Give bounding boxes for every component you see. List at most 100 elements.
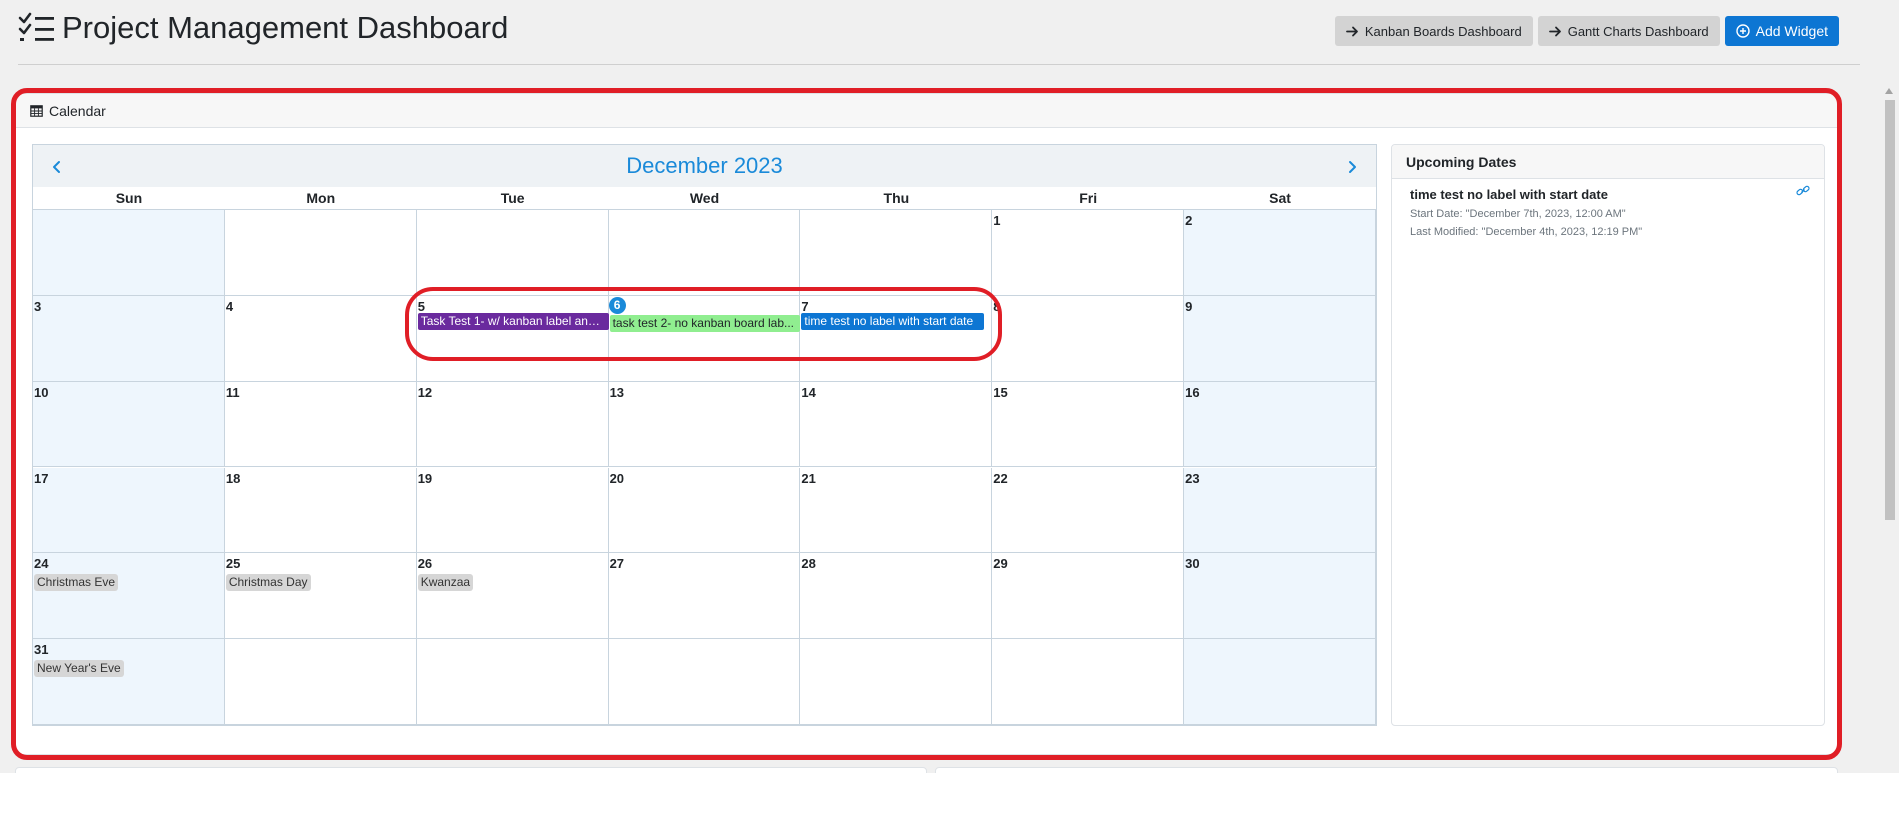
day-cell-19[interactable]: 19 xyxy=(416,467,609,554)
arrow-right-icon xyxy=(1548,26,1561,36)
day-cell-empty[interactable] xyxy=(1184,639,1376,725)
day-number: 5 xyxy=(417,298,425,314)
day-number: 17 xyxy=(34,470,49,486)
day-cell-16[interactable]: 16 xyxy=(1184,381,1376,468)
day-number: 20 xyxy=(609,470,625,486)
weekday-wed: Wed xyxy=(689,190,720,206)
day-cell-9[interactable]: 9 xyxy=(1184,295,1376,382)
day-cell-22[interactable]: 22 xyxy=(992,467,1185,554)
day-number: 24 xyxy=(34,556,49,572)
day-cell-13[interactable]: 13 xyxy=(608,381,801,468)
weekday-tue: Tue xyxy=(500,190,525,206)
upcoming-start-date: Start Date: "December 7th, 2023, 12:00 A… xyxy=(1410,208,1626,220)
day-cell-empty[interactable] xyxy=(608,639,801,725)
upcoming-item-title: time test no label with start date xyxy=(1410,187,1608,202)
day-cell-empty[interactable] xyxy=(608,210,801,296)
day-cell-3[interactable]: 3 xyxy=(33,295,225,382)
next-widget-card xyxy=(935,767,1838,773)
page-scrollbar[interactable] xyxy=(1880,0,1899,773)
day-number: 28 xyxy=(801,556,816,572)
day-cell-empty[interactable] xyxy=(800,210,993,296)
page-title: Project Management Dashboard xyxy=(62,10,509,45)
day-cell-2[interactable]: 2 xyxy=(1184,210,1376,296)
day-cell-28[interactable]: 28 xyxy=(800,553,993,640)
day-cell-6[interactable]: 6 xyxy=(608,295,801,382)
day-cell-21[interactable]: 21 xyxy=(800,467,993,554)
calendar-event[interactable]: Task Test 1- w/ kanban label and ... xyxy=(417,312,609,330)
day-number: 4 xyxy=(225,298,234,314)
gantt-button-label: Gantt Charts Dashboard xyxy=(1567,23,1709,39)
day-cell-20[interactable]: 20 xyxy=(608,467,801,554)
day-number: 26 xyxy=(417,556,433,572)
calendar-toolbar: December 2023 xyxy=(33,145,1376,188)
day-cell-8[interactable]: 8 xyxy=(992,295,1185,382)
calendar-event[interactable]: task test 2- no kanban board lab... xyxy=(609,314,801,332)
day-cell-empty[interactable] xyxy=(800,639,993,725)
holiday-label[interactable]: New Year's Eve xyxy=(34,660,124,678)
day-number: 18 xyxy=(225,470,241,486)
day-cell-10[interactable]: 10 xyxy=(33,381,225,468)
month-calendar: December 2023 Sun Mon Tue Wed Thu Fri Sat 1234… xyxy=(32,144,1377,726)
day-number: 30 xyxy=(1185,556,1200,572)
day-cell-empty[interactable] xyxy=(33,210,225,296)
day-cell-25[interactable]: 25 xyxy=(224,553,417,640)
day-cell-23[interactable]: 23 xyxy=(1184,467,1376,554)
day-cell-30[interactable]: 30 xyxy=(1184,553,1376,640)
day-cell-24[interactable]: 24 xyxy=(33,553,225,640)
day-cell-4[interactable]: 4 xyxy=(224,295,417,382)
day-cell-14[interactable]: 14 xyxy=(800,381,993,468)
weekday-sat: Sat xyxy=(1269,190,1291,206)
calendar-event[interactable]: time test no label with start date xyxy=(801,312,984,330)
day-cell-empty[interactable] xyxy=(224,639,417,725)
page-header: Project Management Dashboard Kanban Boar… xyxy=(0,0,1880,64)
day-cell-27[interactable]: 27 xyxy=(608,553,801,640)
next-month-button[interactable] xyxy=(1340,155,1364,179)
day-cell-15[interactable]: 15 xyxy=(992,381,1185,468)
day-cell-empty[interactable] xyxy=(224,210,417,296)
day-number: 25 xyxy=(225,556,241,572)
chevron-right-icon xyxy=(1349,161,1356,173)
day-cell-empty[interactable] xyxy=(416,210,609,296)
calendar-widget: Calendar December 2023 Sun Mon Tue Wed Thu Fr… xyxy=(15,93,1838,755)
day-cell-29[interactable]: 29 xyxy=(992,553,1185,640)
gantt-charts-dashboard-button[interactable]: Gantt Charts Dashboard xyxy=(1537,16,1720,46)
holiday-label[interactable]: Christmas Eve xyxy=(34,574,119,592)
weekday-mon: Mon xyxy=(306,190,336,206)
day-cell-11[interactable]: 11 xyxy=(224,381,417,468)
day-number: 22 xyxy=(993,470,1008,486)
kanban-boards-dashboard-button[interactable]: Kanban Boards Dashboard xyxy=(1334,16,1533,46)
day-cell-31[interactable]: 31 xyxy=(33,639,225,725)
scrollbar-thumb[interactable] xyxy=(1885,100,1895,520)
add-widget-label: Add Widget xyxy=(1755,23,1828,39)
day-cell-17[interactable]: 17 xyxy=(33,467,225,554)
day-cell-12[interactable]: 12 xyxy=(416,381,609,468)
day-cell-1[interactable]: 1 xyxy=(992,210,1185,296)
link-icon[interactable] xyxy=(1796,185,1810,197)
day-cell-7[interactable]: 7 xyxy=(800,295,993,382)
holiday-label[interactable]: Christmas Day xyxy=(225,574,311,592)
day-cell-empty[interactable] xyxy=(416,639,609,725)
day-number: 31 xyxy=(34,642,49,658)
day-number: 29 xyxy=(993,556,1008,572)
day-number: 11 xyxy=(225,384,240,400)
holiday-label[interactable]: Kwanzaa xyxy=(417,574,474,592)
checklist-icon xyxy=(18,12,54,41)
day-cell-5[interactable]: 5 xyxy=(416,295,609,382)
weekday-header-row: Sun Mon Tue Wed Thu Fri Sat xyxy=(33,187,1376,210)
day-cell-26[interactable]: 26 xyxy=(416,553,609,640)
add-widget-button[interactable]: Add Widget xyxy=(1724,16,1839,46)
kanban-button-label: Kanban Boards Dashboard xyxy=(1364,23,1522,39)
day-number: 10 xyxy=(34,384,49,400)
upcoming-item: time test no label with start date Start… xyxy=(1410,185,1810,238)
day-cell-empty[interactable] xyxy=(992,639,1185,725)
day-number: 27 xyxy=(609,556,625,572)
dashboard-app: Project Management Dashboard Kanban Boar… xyxy=(0,0,1880,773)
day-number: 23 xyxy=(1185,470,1200,486)
weekday-thu: Thu xyxy=(883,190,910,206)
scroll-up-arrow-icon[interactable] xyxy=(1885,88,1893,94)
day-number: 19 xyxy=(417,470,433,486)
day-number: 21 xyxy=(801,470,816,486)
day-cell-18[interactable]: 18 xyxy=(224,467,417,554)
day-number: 12 xyxy=(417,384,433,400)
upcoming-last-modified: Last Modified: "December 4th, 2023, 12:1… xyxy=(1410,226,1643,238)
